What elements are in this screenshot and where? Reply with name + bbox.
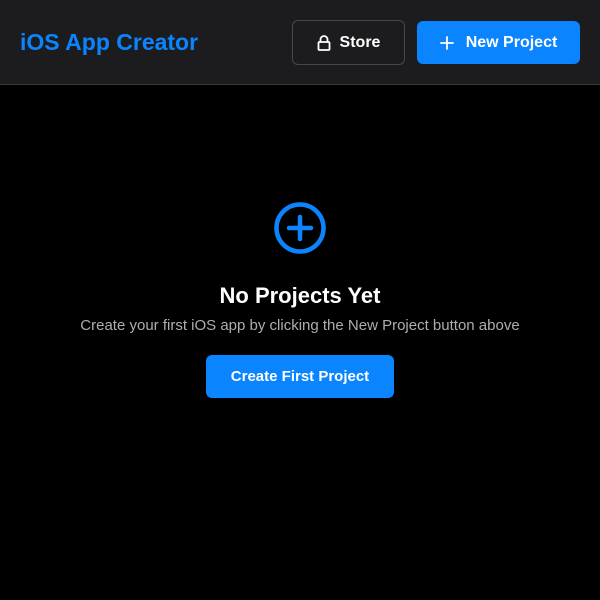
new-project-button[interactable]: New Project — [417, 21, 580, 64]
empty-state: No Projects Yet Create your first iOS ap… — [0, 200, 600, 398]
app-title: iOS App Creator — [20, 29, 199, 55]
plus-circle-icon — [272, 200, 328, 256]
empty-state-title: No Projects Yet — [219, 283, 381, 308]
empty-state-subtitle: Create your first iOS app by clicking th… — [80, 317, 520, 334]
app-root: iOS App Creator Store New Project No Pro… — [0, 0, 600, 600]
new-project-button-label: New Project — [465, 33, 558, 51]
top-bar: iOS App Creator Store New Project — [0, 0, 600, 85]
store-button[interactable]: Store — [292, 20, 405, 65]
lock-icon — [317, 34, 331, 51]
create-first-project-button[interactable]: Create First Project — [206, 355, 394, 398]
plus-icon — [439, 35, 454, 50]
store-button-label: Store — [339, 33, 381, 51]
